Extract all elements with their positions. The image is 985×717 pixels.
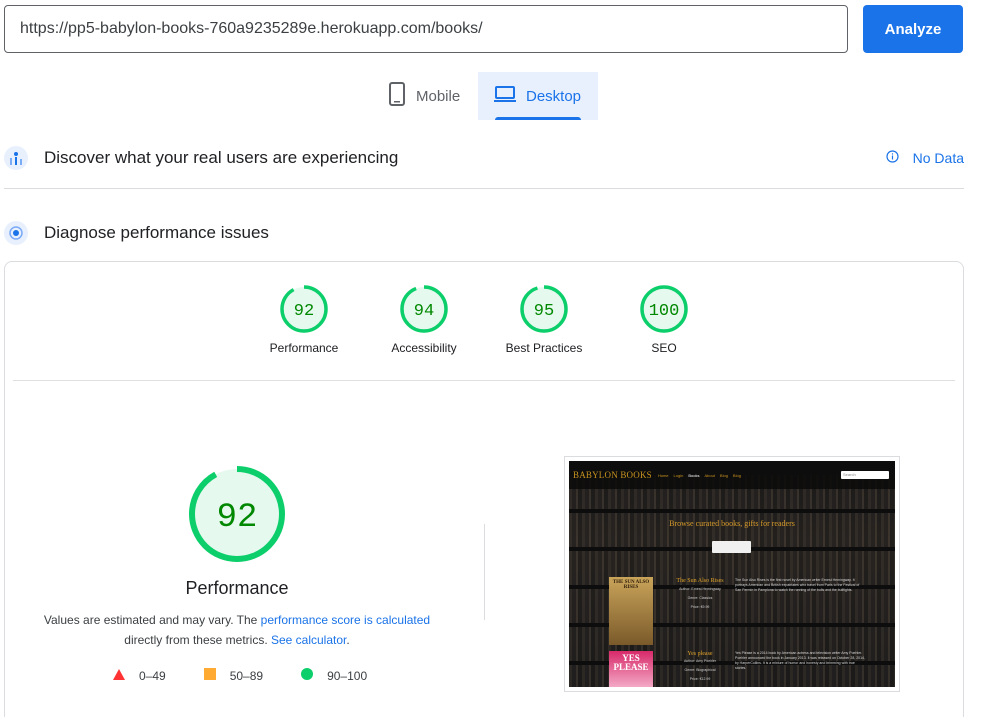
site-nav-link: Blog xyxy=(719,472,728,478)
site-hero-button xyxy=(712,541,751,553)
field-data-title: Discover what your real users are experi… xyxy=(44,148,399,167)
legend-pass: 90–100 xyxy=(301,668,367,683)
site-nav-link: Books xyxy=(688,472,700,478)
triangle-icon xyxy=(113,668,125,683)
book-price: Price: €9.99 xyxy=(690,605,710,609)
gauge-best-practices[interactable]: 95 Best Practices xyxy=(484,284,604,355)
gauge-best-practices-value: 95 xyxy=(534,302,554,321)
book-author: Author: Ernest Hemingway xyxy=(679,587,721,591)
gauge-accessibility-value: 94 xyxy=(414,302,434,321)
legend-average-range: 50–89 xyxy=(229,668,264,683)
report-card: 92 Performance 94 Accessibility 95 Best … xyxy=(4,261,964,717)
no-data-label: No Data xyxy=(912,150,964,166)
gauge-accessibility[interactable]: 94 Accessibility xyxy=(364,284,484,355)
book-author: Author: Amy Poehler xyxy=(683,659,717,663)
vertical-separator xyxy=(484,524,485,620)
book-description: Yes Please is a 2014 book by American ac… xyxy=(735,651,865,670)
book-cover: YES PLEASE xyxy=(609,651,653,687)
square-icon xyxy=(203,668,216,683)
gauge-performance-value: 92 xyxy=(294,302,314,321)
lab-data-title: Diagnose performance issues xyxy=(44,223,269,242)
field-data-section: Discover what your real users are experi… xyxy=(4,143,964,173)
tab-mobile[interactable]: Mobile xyxy=(372,72,478,120)
book-meta: Author: Ernest Hemingway Genre: Classics… xyxy=(669,585,731,612)
tab-desktop-label: Desktop xyxy=(526,87,582,105)
analyze-button[interactable]: Analyze xyxy=(863,5,963,53)
book-cover: THE SUN ALSO RISES xyxy=(609,577,653,645)
tab-active-indicator xyxy=(495,117,581,120)
main-gauge-title: Performance xyxy=(185,578,289,598)
gauge-seo-value: 100 xyxy=(649,302,680,321)
gauge-seo-label: SEO xyxy=(651,341,677,355)
tab-desktop[interactable]: Desktop xyxy=(478,72,598,120)
circle-icon xyxy=(301,668,314,683)
legend-average: 50–89 xyxy=(203,668,264,683)
site-nav-link: Blog xyxy=(732,472,741,478)
book-price: Price: €12.99 xyxy=(689,677,711,681)
section-divider xyxy=(4,188,964,189)
book-cover-text: THE SUN ALSO RISES xyxy=(612,580,650,590)
gauge-seo[interactable]: 100 SEO xyxy=(604,284,724,355)
users-chart-icon xyxy=(4,146,28,170)
main-performance-gauge: 92 xyxy=(187,464,287,569)
book-title: The Sun Also Rises xyxy=(676,578,724,584)
site-brand: BABYLON BOOKS xyxy=(573,470,652,480)
site-navbar: BABYLON BOOKS Home Login Books About Blo… xyxy=(569,461,895,489)
site-hero-text: Browse curated books, gifts for readers xyxy=(669,519,795,528)
lab-icon xyxy=(4,221,28,245)
screenshot-image: BABYLON BOOKS Home Login Books About Blo… xyxy=(569,461,895,687)
gauge-performance[interactable]: 92 Performance xyxy=(244,284,364,355)
final-screenshot[interactable]: BABYLON BOOKS Home Login Books About Blo… xyxy=(564,456,900,692)
gauge-performance-label: Performance xyxy=(269,341,339,355)
gauge-best-practices-label: Best Practices xyxy=(505,341,583,355)
site-search-box: Search xyxy=(841,471,889,479)
card-divider xyxy=(13,380,955,381)
lab-data-section: Diagnose performance issues xyxy=(4,218,964,248)
note-text-3: . xyxy=(346,633,350,647)
legend-fail-range: 0–49 xyxy=(139,668,166,683)
book-meta: Author: Amy Poehler Genre: Biographical … xyxy=(669,657,731,684)
gauge-accessibility-label: Accessibility xyxy=(391,341,457,355)
main-gauge-value: 92 xyxy=(217,499,258,537)
legend-pass-range: 90–100 xyxy=(327,668,368,683)
no-data-status[interactable]: No Data xyxy=(886,150,964,166)
note-text-1: Values are estimated and may vary. The xyxy=(43,613,261,627)
tab-mobile-label: Mobile xyxy=(416,87,461,105)
url-input[interactable] xyxy=(4,5,848,53)
book-genre: Genre: Biographical xyxy=(684,668,716,672)
score-note: Values are estimated and may vary. The p… xyxy=(5,610,469,650)
info-icon xyxy=(886,150,899,166)
book-cover-text: YES PLEASE xyxy=(613,653,649,672)
see-calculator-link[interactable]: See calculator xyxy=(271,633,346,647)
site-nav-link: Login xyxy=(673,472,684,478)
legend-fail: 0–49 xyxy=(113,668,166,683)
phone-icon xyxy=(388,82,406,110)
site-nav-link: About xyxy=(704,472,715,478)
site-nav-links: Home Login Books About Blog Blog xyxy=(658,473,741,478)
site-nav-link: Home xyxy=(657,472,669,478)
note-text-2: directly from these metrics. xyxy=(124,633,271,647)
score-calculated-link[interactable]: performance score is calculated xyxy=(261,613,430,627)
laptop-icon xyxy=(494,85,516,107)
book-genre: Genre: Classics xyxy=(687,596,713,600)
book-description: The Sun Also Rises is the first novel by… xyxy=(735,578,860,592)
score-gauges: 92 Performance 94 Accessibility 95 Best … xyxy=(5,284,963,374)
score-legend: 0–49 50–89 90–100 xyxy=(113,668,405,683)
